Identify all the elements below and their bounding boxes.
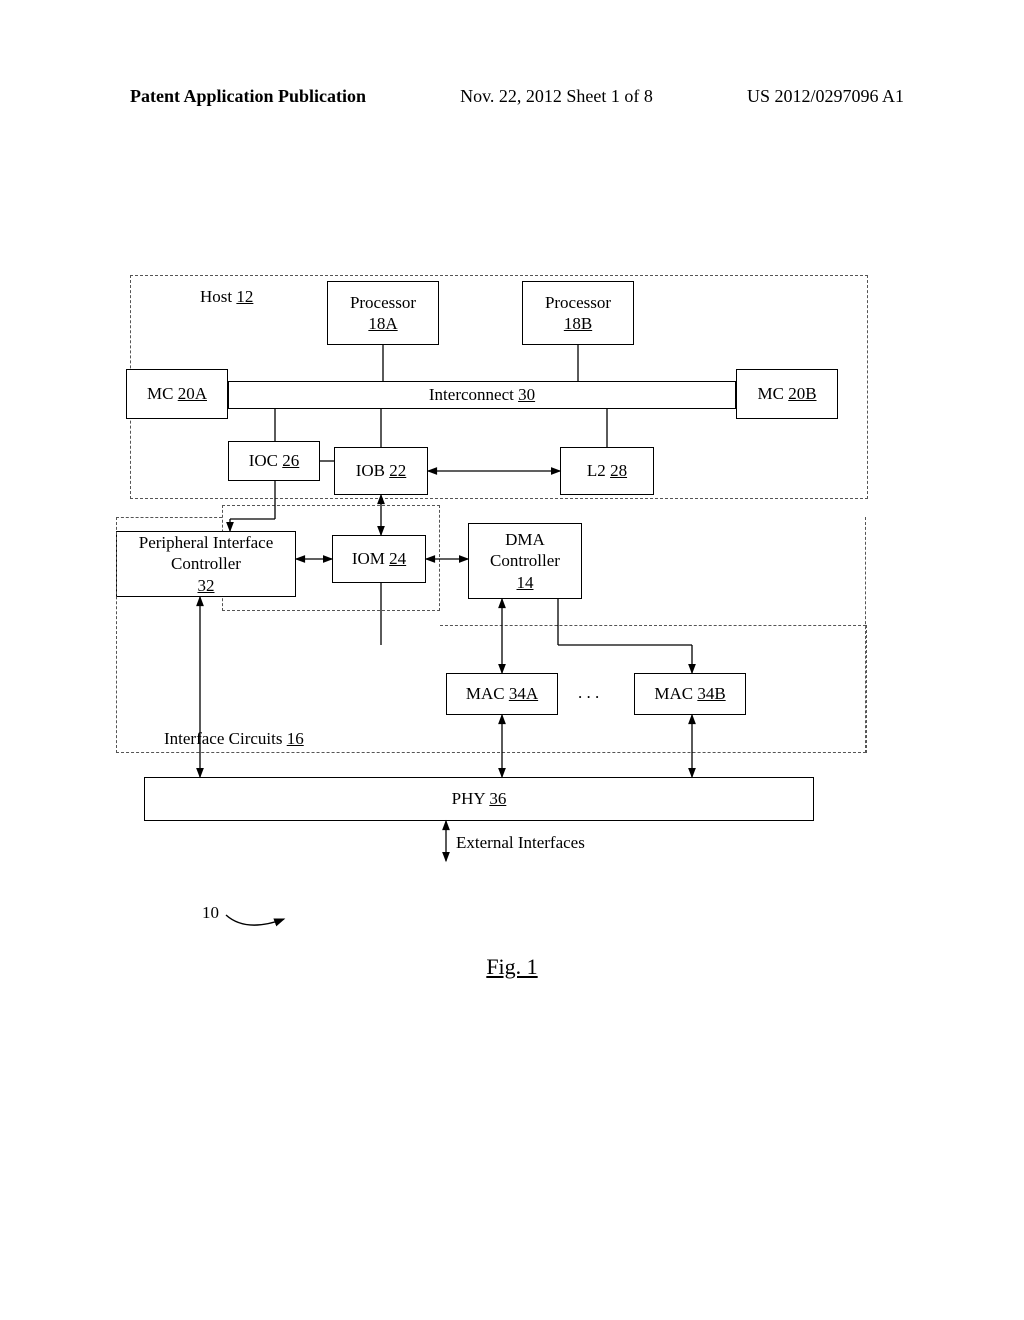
figure-caption: Fig. 1	[0, 954, 1024, 980]
figure-1-diagram: Host 12 Processor18A Processor18B MC 20A…	[130, 275, 870, 995]
connector-lines	[130, 275, 870, 995]
header-center: Nov. 22, 2012 Sheet 1 of 8	[460, 86, 653, 107]
header-right: US 2012/0297096 A1	[747, 86, 904, 107]
header-left: Patent Application Publication	[130, 86, 366, 107]
